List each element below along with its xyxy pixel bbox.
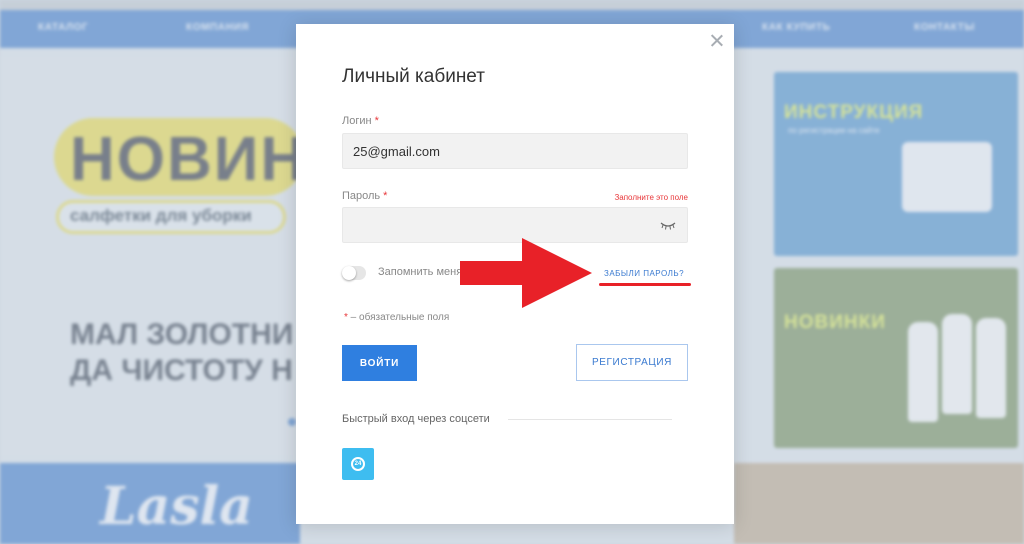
- close-icon[interactable]: [710, 33, 724, 47]
- remember-label: Запомнить меня: [378, 266, 463, 278]
- eye-closed-icon[interactable]: [660, 221, 676, 231]
- login-button[interactable]: ВОЙТИ: [342, 345, 417, 381]
- annotation-underline: [599, 283, 691, 286]
- divider: [508, 419, 672, 420]
- social-login-label: Быстрый вход через соцсети: [342, 413, 490, 425]
- remember-toggle[interactable]: [342, 266, 366, 280]
- login-label-text: Логин: [342, 115, 372, 127]
- password-label-text: Пароль: [342, 190, 381, 202]
- required-note: * – обязательные поля: [344, 312, 449, 323]
- login-input[interactable]: [342, 133, 688, 169]
- register-button[interactable]: РЕГИСТРАЦИЯ: [576, 344, 688, 381]
- password-error: Заполните это поле: [614, 193, 688, 202]
- forgot-password-link[interactable]: ЗАБЫЛИ ПАРОЛЬ?: [604, 269, 684, 278]
- annotation-arrow-icon: [460, 238, 592, 308]
- required-asterisk: *: [383, 190, 388, 202]
- password-label: Пароль *: [342, 190, 387, 202]
- modal-title: Личный кабинет: [342, 66, 485, 87]
- required-asterisk: *: [374, 115, 379, 127]
- bitrix24-icon: 24: [351, 457, 365, 471]
- login-label: Логин *: [342, 115, 379, 127]
- required-note-text: – обязательные поля: [347, 312, 450, 323]
- toggle-knob: [342, 266, 356, 280]
- bitrix24-login-button[interactable]: 24: [342, 448, 374, 480]
